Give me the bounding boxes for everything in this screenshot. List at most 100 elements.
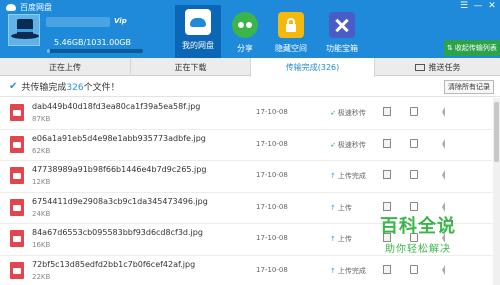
delete-icon[interactable] (437, 107, 445, 117)
clear-all-records-button[interactable]: 清除所有记录 (444, 80, 494, 94)
cloud-icon (185, 9, 211, 35)
nav-share[interactable]: 分享 (222, 8, 268, 58)
tab-uploading[interactable]: 正在上传 (0, 58, 130, 76)
close-icon[interactable]: ✕ (487, 1, 497, 11)
window-controls: ☰ — ✕ (459, 1, 497, 11)
file-row[interactable]: 47738989a91b98f66b1446e4b7d9c265.jpg 12KB… (0, 161, 492, 193)
file-name: 84a67d6553cb095583bbf93d6cd8cf3d.jpg (32, 228, 203, 237)
share-icon (232, 12, 258, 38)
file-name: dab449b40d18fd3ea80ca1f39a5ea58f.jpg (32, 102, 201, 111)
scrollbar-thumb[interactable] (494, 102, 499, 162)
open-folder-icon[interactable] (410, 201, 418, 211)
file-row[interactable]: e06a1a91eb5d4e98e1abb935773adbfe.jpg 62KB… (0, 130, 492, 161)
file-date: 17-10-08 (256, 265, 288, 274)
file-name: 72bf5c13d85edfd2bb1c7b0f6cef42af.jpg (32, 259, 196, 269)
collapse-transfer-label: 收起传输列表 (454, 44, 497, 52)
image-file-icon (10, 230, 24, 247)
title-bar: 百度网盘 (0, 0, 52, 14)
file-status-label: 上传完成 (337, 172, 366, 180)
open-file-icon[interactable] (383, 170, 391, 179)
storage-label: 5.46GB/1031.00GB (54, 38, 131, 47)
file-row[interactable]: 72bf5c13d85edfd2bb1c7b0f6cef42af.jpg 22KB… (0, 256, 492, 285)
file-name: e06a1a91eb5d4e98e1abb935773adbfe.jpg (32, 133, 206, 143)
watermark-subtitle: 助你轻松解决 (385, 244, 451, 255)
tools-icon (329, 12, 355, 38)
file-size: 16KB (32, 241, 51, 249)
minimize-icon[interactable]: — (473, 1, 483, 11)
watermark-title: 百科全说 (380, 216, 456, 237)
file-status: ➶ 极速秒传 (330, 108, 366, 118)
app-title: 百度网盘 (20, 2, 52, 12)
open-folder-icon[interactable] (410, 107, 418, 116)
tab-label: 传输完成(326) (285, 63, 340, 72)
file-status: ↑ 上传完成 (330, 266, 366, 276)
nav-label: 隐藏空间 (275, 44, 307, 53)
delete-icon[interactable] (437, 264, 445, 275)
summary-prefix: 共传输完成 (21, 83, 67, 93)
transfer-tabs: 正在上传 正在下载 传输完成(326) 推送任务 (0, 58, 500, 77)
image-file-icon (10, 198, 24, 216)
image-file-icon (10, 261, 24, 279)
open-folder-icon[interactable] (410, 264, 418, 274)
file-name: 6754411d9e2908a3cb9c1da345473496.jpg (32, 196, 208, 206)
file-status: ↑ 上传 (330, 203, 352, 213)
file-row[interactable]: dab449b40d18fd3ea80ca1f39a5ea58f.jpg 87KB… (0, 98, 492, 130)
vip-badge[interactable]: Vip (114, 17, 127, 25)
storage-bar (47, 49, 143, 53)
nav-label: 功能宝箱 (326, 44, 358, 53)
summary-suffix: 个文件！ (83, 83, 120, 93)
file-status: ➶ 极速秒传 (330, 140, 366, 150)
summary-text: 共传输完成326个文件！ (21, 80, 119, 93)
file-status: ↑ 上传 (330, 234, 352, 244)
image-file-icon (10, 104, 24, 121)
file-size: 87KB (32, 115, 51, 123)
file-date: 17-10-08 (256, 234, 288, 242)
nav-my-disk[interactable]: 我的网盘 (175, 5, 221, 58)
tab-push-tasks[interactable]: 推送任务 (375, 58, 500, 76)
file-date: 17-10-08 (256, 139, 288, 148)
image-file-icon (10, 135, 24, 153)
upload-arrow-icon: ↑ (330, 266, 336, 275)
rocket-icon: ➶ (330, 140, 336, 149)
delete-icon[interactable] (437, 201, 445, 212)
storage-bar-fill (47, 49, 50, 53)
summary-count: 326 (66, 83, 84, 93)
open-file-icon[interactable] (383, 264, 391, 274)
nav-hidden-space[interactable]: 隐藏空间 (268, 8, 314, 58)
username-redacted[interactable] (46, 17, 110, 27)
nav-label: 分享 (237, 44, 253, 53)
delete-icon[interactable] (437, 170, 445, 180)
scrollbar[interactable] (493, 98, 500, 285)
file-status-label: 上传 (337, 203, 352, 212)
tab-completed[interactable]: 传输完成(326) (250, 58, 375, 77)
file-size: 24KB (32, 209, 51, 218)
watermark: 百科全说 助你轻松解决 (368, 212, 468, 255)
tab-downloading[interactable]: 正在下载 (130, 58, 250, 76)
avatar[interactable] (8, 14, 40, 46)
nav-toolbox[interactable]: 功能宝箱 (319, 8, 365, 58)
open-file-icon[interactable] (383, 107, 391, 116)
app-header: 百度网盘 Vip 5.46GB/1031.00GB 我的网盘 分享 隐藏空间 功… (0, 0, 500, 58)
rocket-icon: ➶ (330, 109, 336, 117)
delete-icon[interactable] (437, 138, 445, 149)
collapse-transfer-list-button[interactable]: ⇅ 收起传输列表 (444, 40, 500, 56)
file-status-label: 上传 (337, 235, 352, 243)
menu-icon[interactable]: ☰ (459, 1, 469, 11)
tab-label: 正在下载 (174, 62, 207, 72)
open-file-icon[interactable] (383, 138, 391, 148)
app-logo-icon (6, 3, 16, 11)
file-list: dab449b40d18fd3ea80ca1f39a5ea58f.jpg 87KB… (0, 98, 492, 285)
upload-arrow-icon: ↑ (330, 235, 336, 243)
open-folder-icon[interactable] (410, 170, 418, 179)
upload-arrow-icon: ↑ (330, 203, 336, 212)
open-file-icon[interactable] (383, 201, 391, 211)
image-file-icon (10, 167, 24, 184)
file-status: ↑ 上传完成 (330, 171, 366, 181)
file-date: 17-10-08 (256, 108, 288, 116)
file-date: 17-10-08 (256, 202, 288, 211)
open-folder-icon[interactable] (410, 138, 418, 148)
file-name: 47738989a91b98f66b1446e4b7d9c265.jpg (32, 165, 207, 174)
summary-bar: ✔ 共传输完成326个文件！ 清除所有记录 (0, 77, 500, 97)
nav-label: 我的网盘 (182, 41, 214, 50)
file-size: 22KB (32, 272, 51, 281)
